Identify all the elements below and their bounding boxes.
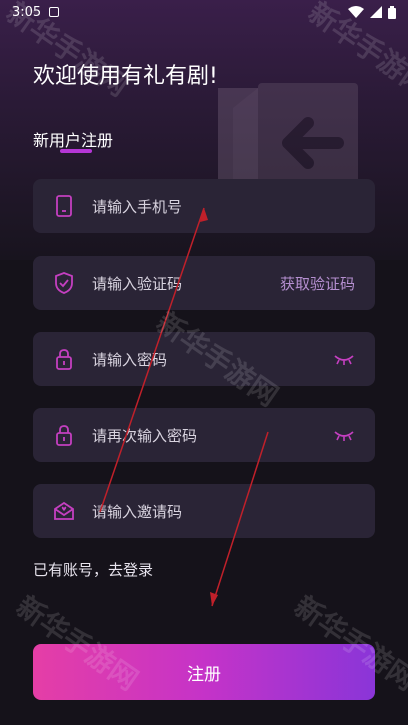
status-bar: 3:05 bbox=[0, 0, 408, 24]
status-icons bbox=[348, 5, 396, 19]
register-tab-indicator bbox=[60, 149, 92, 153]
envelope-heart-icon bbox=[53, 500, 75, 522]
lock-icon bbox=[53, 348, 75, 370]
password-confirm-placeholder: 请再次输入密码 bbox=[92, 426, 198, 445]
welcome-heading: 欢迎使用有礼有剧! bbox=[33, 64, 218, 89]
password-confirm-field[interactable]: 请再次输入密码 bbox=[33, 408, 375, 462]
password-field[interactable]: 请输入密码 bbox=[33, 332, 375, 386]
phone-field[interactable]: 请输入手机号 bbox=[33, 179, 375, 233]
register-button[interactable]: 注册 bbox=[33, 644, 375, 700]
status-time: 3:05 bbox=[12, 4, 42, 20]
get-code-button[interactable]: 获取验证码 bbox=[280, 273, 355, 294]
notification-icon bbox=[49, 7, 60, 17]
phone-placeholder: 请输入手机号 bbox=[92, 197, 183, 216]
verification-code-field[interactable]: 请输入验证码 获取验证码 bbox=[33, 256, 375, 310]
invite-code-field[interactable]: 请输入邀请码 bbox=[33, 484, 375, 538]
register-tab[interactable]: 新用户注册 bbox=[33, 127, 113, 151]
verification-code-placeholder: 请输入验证码 bbox=[92, 274, 183, 293]
battery-icon bbox=[388, 5, 396, 19]
eye-closed-icon[interactable] bbox=[333, 428, 355, 442]
phone-icon bbox=[53, 195, 75, 217]
wifi-icon bbox=[348, 6, 364, 18]
signal-icon bbox=[370, 6, 382, 18]
shield-check-icon bbox=[53, 272, 75, 294]
password-placeholder: 请输入密码 bbox=[92, 350, 168, 369]
go-to-login-link[interactable]: 已有账号，去登录 bbox=[33, 559, 153, 580]
lock-icon bbox=[53, 424, 75, 446]
eye-closed-icon[interactable] bbox=[333, 352, 355, 366]
invite-code-placeholder: 请输入邀请码 bbox=[92, 502, 183, 521]
